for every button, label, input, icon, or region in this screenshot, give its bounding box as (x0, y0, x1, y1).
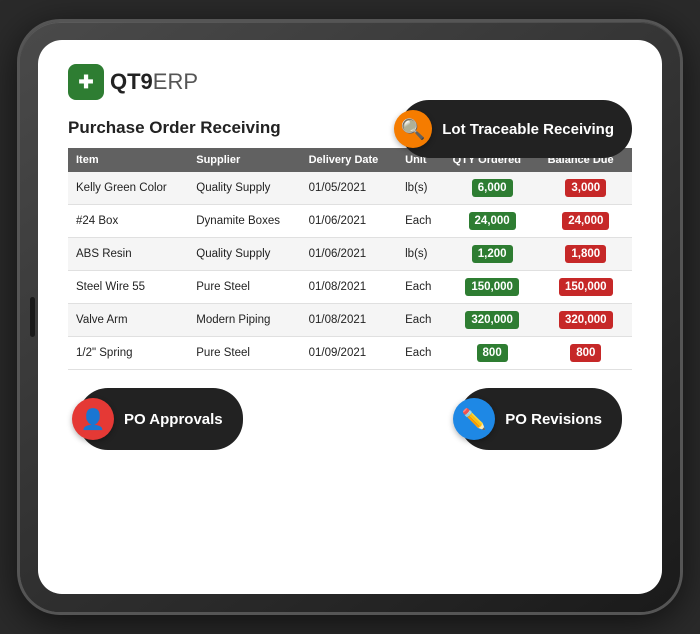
cell-item: Valve Arm (68, 304, 188, 337)
cell-unit: lb(s) (397, 172, 445, 205)
cell-supplier: Dynamite Boxes (188, 205, 300, 238)
cell-supplier: Pure Steel (188, 271, 300, 304)
tablet-screen: ✚ QT9ERP 🔍 Lot Traceable Receiving Purch… (38, 40, 662, 594)
cell-balance: 800 (540, 337, 632, 370)
logo-erp: ERP (153, 69, 198, 94)
logo-text: QT9ERP (110, 69, 198, 95)
cell-balance: 320,000 (540, 304, 632, 337)
cell-qty: 24,000 (445, 205, 540, 238)
lot-traceable-badge: 🔍 Lot Traceable Receiving (400, 100, 632, 158)
revisions-label: PO Revisions (505, 411, 602, 428)
logo-area: ✚ QT9ERP (68, 64, 632, 100)
col-header-supplier: Supplier (188, 148, 300, 172)
col-header-delivery: Delivery Date (301, 148, 398, 172)
col-header-item: Item (68, 148, 188, 172)
tablet-frame: ✚ QT9ERP 🔍 Lot Traceable Receiving Purch… (20, 22, 680, 612)
po-approvals-badge[interactable]: 👤 PO Approvals (78, 388, 243, 450)
approvals-label: PO Approvals (124, 411, 223, 428)
cell-unit: Each (397, 271, 445, 304)
cell-unit: lb(s) (397, 238, 445, 271)
cell-item: Kelly Green Color (68, 172, 188, 205)
cell-supplier: Pure Steel (188, 337, 300, 370)
purchase-order-table: Item Supplier Delivery Date Unit QTY Ord… (68, 148, 632, 370)
table-row: Kelly Green Color Quality Supply 01/05/2… (68, 172, 632, 205)
cell-unit: Each (397, 337, 445, 370)
cell-unit: Each (397, 304, 445, 337)
po-revisions-badge[interactable]: ✏️ PO Revisions (459, 388, 622, 450)
table-row: #24 Box Dynamite Boxes 01/06/2021 Each 2… (68, 205, 632, 238)
cell-unit: Each (397, 205, 445, 238)
logo-icon: ✚ (68, 64, 104, 100)
approvals-icon: 👤 (72, 398, 114, 440)
cell-qty: 800 (445, 337, 540, 370)
cell-balance: 1,800 (540, 238, 632, 271)
cell-balance: 24,000 (540, 205, 632, 238)
cell-delivery: 01/06/2021 (301, 205, 398, 238)
cell-qty: 150,000 (445, 271, 540, 304)
table-row: ABS Resin Quality Supply 01/06/2021 lb(s… (68, 238, 632, 271)
lot-badge-label: Lot Traceable Receiving (442, 121, 614, 138)
table-row: 1/2" Spring Pure Steel 01/09/2021 Each 8… (68, 337, 632, 370)
cell-delivery: 01/08/2021 (301, 271, 398, 304)
cell-delivery: 01/05/2021 (301, 172, 398, 205)
table-row: Steel Wire 55 Pure Steel 01/08/2021 Each… (68, 271, 632, 304)
cell-balance: 3,000 (540, 172, 632, 205)
cell-qty: 6,000 (445, 172, 540, 205)
cell-qty: 1,200 (445, 238, 540, 271)
cell-supplier: Quality Supply (188, 172, 300, 205)
cell-supplier: Modern Piping (188, 304, 300, 337)
cell-item: 1/2" Spring (68, 337, 188, 370)
cell-supplier: Quality Supply (188, 238, 300, 271)
cell-balance: 150,000 (540, 271, 632, 304)
revisions-icon: ✏️ (453, 398, 495, 440)
cell-delivery: 01/06/2021 (301, 238, 398, 271)
cell-qty: 320,000 (445, 304, 540, 337)
cell-item: ABS Resin (68, 238, 188, 271)
table-row: Valve Arm Modern Piping 01/08/2021 Each … (68, 304, 632, 337)
cell-delivery: 01/08/2021 (301, 304, 398, 337)
cell-item: Steel Wire 55 (68, 271, 188, 304)
search-icon: 🔍 (394, 110, 432, 148)
logo-qt9: QT9 (110, 69, 153, 94)
cell-delivery: 01/09/2021 (301, 337, 398, 370)
bottom-badges: 👤 PO Approvals ✏️ PO Revisions (68, 388, 632, 450)
cell-item: #24 Box (68, 205, 188, 238)
